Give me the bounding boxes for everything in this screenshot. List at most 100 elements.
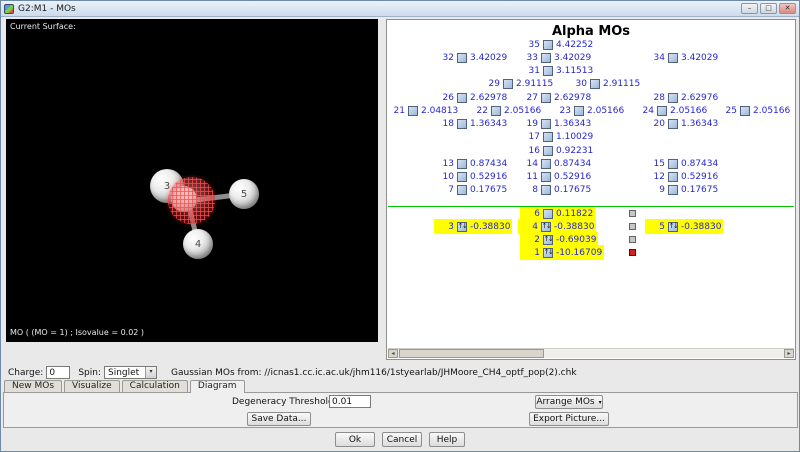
degeneracy-threshold-input[interactable] <box>329 395 371 408</box>
mo-orbital-icon[interactable] <box>543 145 553 156</box>
mo-orbital-icon[interactable] <box>668 171 678 182</box>
mo-orbital-icon[interactable]: ↑↓ <box>668 221 679 232</box>
tab-calculation[interactable]: Calculation <box>121 380 188 392</box>
cancel-button[interactable]: Cancel <box>382 432 422 447</box>
mo-level-23[interactable]: 23 2.05166 <box>553 105 624 116</box>
mo-level-26[interactable]: 26 2.62978 <box>436 92 507 103</box>
tab-visualize[interactable]: Visualize <box>64 380 120 392</box>
mo-orbital-icon[interactable] <box>457 118 467 129</box>
mo-level-34[interactable]: 34 3.42029 <box>647 52 718 63</box>
title-bar[interactable]: G2:M1 - MOs – □ ✕ <box>1 1 799 17</box>
surface-marker-icon[interactable] <box>629 223 636 230</box>
scroll-left-icon[interactable]: ◂ <box>388 349 398 358</box>
minimize-icon[interactable]: – <box>741 3 758 14</box>
mo-orbital-icon[interactable] <box>541 158 551 169</box>
mo-level-6[interactable]: 6 0.11822 <box>522 208 594 219</box>
mo-orbital-icon[interactable] <box>491 105 501 116</box>
mo-orbital-icon[interactable] <box>541 92 551 103</box>
mo-orbital-icon[interactable] <box>541 184 551 195</box>
mo-level-35[interactable]: 35 4.42252 <box>522 39 593 50</box>
spin-select[interactable]: Singlet ▾ <box>104 366 157 379</box>
mo-level-4[interactable]: 4 ↑↓ -0.38830 <box>520 221 595 232</box>
mo-level-3[interactable]: 3 ↑↓ -0.38830 <box>436 221 511 232</box>
horizontal-scrollbar[interactable]: ◂ ▸ <box>388 348 794 358</box>
mo-level-16[interactable]: 16 0.92231 <box>522 145 593 156</box>
mo-orbital-icon[interactable]: ↑↓ <box>543 234 554 245</box>
mo-orbital-icon[interactable] <box>457 52 467 63</box>
charge-input[interactable] <box>46 366 71 379</box>
mo-level-27[interactable]: 27 2.62978 <box>520 92 591 103</box>
help-button[interactable]: Help <box>429 432 465 447</box>
mo-level-32[interactable]: 32 3.42029 <box>436 52 507 63</box>
ok-button[interactable]: Ok <box>335 432 375 447</box>
mo-orbital-icon[interactable] <box>740 105 750 116</box>
mo-orbital-icon[interactable] <box>541 171 551 182</box>
mo-orbital-icon[interactable] <box>668 52 678 63</box>
atom-4[interactable]: 4 <box>183 229 213 259</box>
mo-level-30[interactable]: 30 2.91115 <box>569 78 640 89</box>
mo-orbital-icon[interactable] <box>657 105 667 116</box>
mo-orbital-icon[interactable] <box>408 105 418 116</box>
mo-orbital-icon[interactable] <box>668 184 678 195</box>
mo-level-8[interactable]: 8 0.17675 <box>520 184 591 195</box>
mo-orbital-icon[interactable] <box>668 158 678 169</box>
mo-level-21[interactable]: 21 2.04813 <box>387 105 458 116</box>
arrange-mos-dropdown[interactable]: Arrange MOs ▾ <box>535 395 603 409</box>
mo-level-17[interactable]: 17 1.10029 <box>522 131 593 142</box>
mo-orbital-icon[interactable] <box>668 92 678 103</box>
mo-orbital-icon[interactable] <box>503 78 513 89</box>
mo-orbital-icon[interactable] <box>543 39 553 50</box>
mo-orbital-icon[interactable] <box>457 184 467 195</box>
close-icon[interactable]: ✕ <box>779 3 796 14</box>
mo-level-10[interactable]: 10 0.52916 <box>436 171 507 182</box>
mo-level-9[interactable]: 9 0.17675 <box>647 184 718 195</box>
mo-orbital-icon[interactable] <box>574 105 584 116</box>
mo-orbital-icon[interactable] <box>668 118 678 129</box>
mo-level-7[interactable]: 7 0.17675 <box>436 184 507 195</box>
scroll-right-icon[interactable]: ▸ <box>784 349 794 358</box>
mo-level-24[interactable]: 24 2.05166 <box>636 105 707 116</box>
mo-level-28[interactable]: 28 2.62976 <box>647 92 718 103</box>
mo-orbital-icon[interactable]: ↑↓ <box>541 221 552 232</box>
mo-level-1[interactable]: 1 ↑↓ -10.16709 <box>522 247 603 258</box>
mo-level-20[interactable]: 20 1.36343 <box>647 118 718 129</box>
mo-level-19[interactable]: 19 1.36343 <box>520 118 591 129</box>
mo-orbital-icon[interactable] <box>457 158 467 169</box>
mo-level-11[interactable]: 11 0.52916 <box>520 171 591 182</box>
surface-marker-icon[interactable] <box>629 210 636 217</box>
mo-orbital-icon[interactable] <box>543 208 553 219</box>
mo-level-14[interactable]: 14 0.87434 <box>520 158 591 169</box>
molecule-viewer[interactable]: 354 Current Surface: MO ( (MO = 1) ; Iso… <box>6 19 378 342</box>
mo-level-22[interactable]: 22 2.05166 <box>470 105 541 116</box>
mo-surface-mesh[interactable] <box>168 177 215 224</box>
surface-marker-icon[interactable] <box>629 236 636 243</box>
mo-level-15[interactable]: 15 0.87434 <box>647 158 718 169</box>
mo-orbital-icon[interactable] <box>457 171 467 182</box>
mo-level-25[interactable]: 25 2.05166 <box>719 105 790 116</box>
mo-orbital-icon[interactable]: ↑↓ <box>543 247 554 258</box>
mo-level-2[interactable]: 2 ↑↓ -0.69039 <box>522 234 597 245</box>
save-data-button[interactable]: Save Data... <box>247 412 311 426</box>
mo-level-13[interactable]: 13 0.87434 <box>436 158 507 169</box>
mo-level-12[interactable]: 12 0.52916 <box>647 171 718 182</box>
export-picture-button[interactable]: Export Picture... <box>529 412 609 426</box>
mo-level-29[interactable]: 29 2.91115 <box>482 78 553 89</box>
mo-level-33[interactable]: 33 3.42029 <box>520 52 591 63</box>
mo-orbital-icon[interactable]: ↑↓ <box>457 221 468 232</box>
tab-diagram[interactable]: Diagram <box>189 380 245 393</box>
atom-5[interactable]: 5 <box>229 179 259 209</box>
mo-orbital-icon[interactable] <box>590 78 600 89</box>
mo-orbital-icon[interactable] <box>541 52 551 63</box>
scrollbar-thumb[interactable] <box>399 349 544 358</box>
mo-level-5[interactable]: 5 ↑↓ -0.38830 <box>647 221 722 232</box>
mo-orbital-icon[interactable] <box>543 131 553 142</box>
mo-orbital-icon[interactable] <box>457 92 467 103</box>
maximize-icon[interactable]: □ <box>760 3 777 14</box>
mo-orbital-icon[interactable] <box>541 118 551 129</box>
mo-level-18[interactable]: 18 1.36343 <box>436 118 507 129</box>
tab-new-mos[interactable]: New MOs <box>4 380 63 392</box>
mo-level-31[interactable]: 31 3.11513 <box>522 65 593 76</box>
chevron-down-icon[interactable]: ▾ <box>145 367 156 378</box>
mo-orbital-icon[interactable] <box>543 65 553 76</box>
current-surface-marker-icon[interactable] <box>629 249 636 256</box>
